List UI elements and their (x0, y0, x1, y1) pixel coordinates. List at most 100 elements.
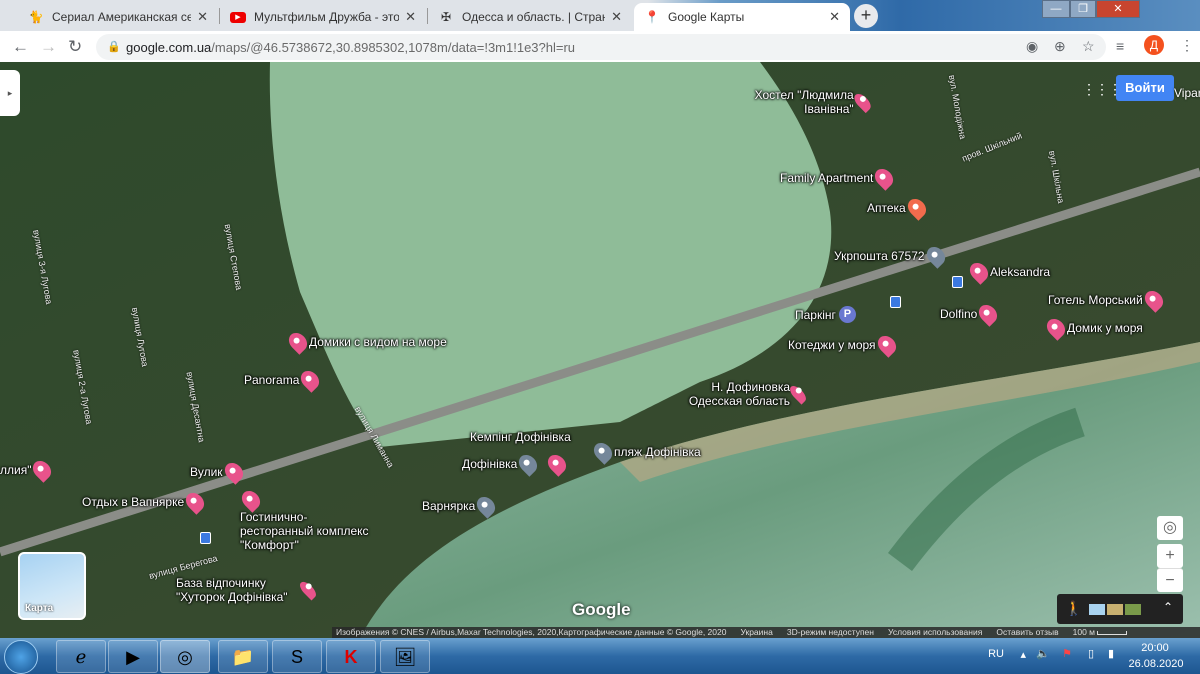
poi-hotel-morskyi[interactable]: Готель Морський (1048, 287, 1167, 313)
poi-dofinivka[interactable]: Дофінівка (462, 451, 571, 477)
expand-sidebar-button[interactable]: ▸ (0, 70, 20, 116)
tab-title: Google Карты (668, 10, 745, 24)
media-control-icon[interactable]: ≡ (1116, 38, 1124, 54)
attribution-text: Изображения © CNES / Airbus,Maxar Techno… (336, 627, 727, 637)
tab-american-dad[interactable]: 🐈 Сериал Американская семейка ✕ (18, 3, 218, 31)
poi-beach-dofinivka[interactable]: пляж Дофінівка (590, 439, 701, 465)
internet-explorer-icon[interactable]: ℯ (56, 640, 106, 673)
satellite-map[interactable]: ▸ ⋮⋮⋮ Войти Vipar вул. Молодіжна пров. Ш… (0, 62, 1200, 638)
close-tab-icon[interactable]: ✕ (197, 9, 208, 25)
maximize-button[interactable]: ❐ (1070, 0, 1096, 18)
clock-time[interactable]: 20:00 (1130, 642, 1180, 654)
poi-aleksandra[interactable]: Aleksandra (966, 259, 1051, 285)
poi-ukrposhta[interactable]: Укрпошта 67572 (834, 243, 949, 269)
poi-hostel-lyudmila[interactable]: Хостел "Людмила Іванівна" (746, 88, 874, 116)
scale-label: 100 м (1072, 627, 1096, 637)
country-link[interactable]: Украина (740, 627, 772, 638)
satellite-imagery (0, 62, 1200, 638)
new-tab-button[interactable]: + (854, 4, 878, 28)
photo-viewer-icon[interactable]: 🖼 (380, 640, 430, 673)
poi-domik-u-morya[interactable]: Домик у моря (1043, 315, 1143, 341)
address-bar-row: ← → ↻ 🔒 google.com.ua/maps/@46.5738672,3… (0, 31, 1200, 62)
pegman-icon[interactable]: 🚶 (1065, 600, 1082, 617)
close-tab-icon[interactable]: ✕ (829, 9, 840, 25)
zoom-in-button[interactable]: + (1157, 544, 1183, 568)
terrain-thumb-icon[interactable] (1107, 604, 1123, 615)
clock-date[interactable]: 26.08.2020 (1126, 658, 1186, 670)
volume-icon[interactable]: 🔈 (1036, 647, 1050, 660)
omnibox[interactable]: 🔒 google.com.ua/maps/@46.5738672,30.8985… (96, 34, 1106, 60)
menu-icon[interactable]: ⋮ (1180, 37, 1194, 54)
scale-bar[interactable]: 100 м (1073, 627, 1128, 638)
bookmark-star-icon[interactable]: ☆ (1082, 38, 1095, 55)
location-icon[interactable]: ◉ (1026, 38, 1038, 55)
poi-label: Хостел "Людмила Іванівна" (754, 88, 854, 116)
poi-kotedzhi[interactable]: Котеджи у моря (788, 332, 900, 358)
start-button[interactable] (4, 640, 38, 674)
map-layer-toggle[interactable]: Карта (18, 552, 86, 620)
show-hidden-icons[interactable]: ▴ (1020, 648, 1026, 661)
cat-icon: 🐈 (28, 10, 44, 24)
poi-family-apartment[interactable]: Family Apartment (780, 165, 898, 191)
action-center-icon[interactable]: ⚑ (1062, 647, 1072, 660)
poi-partial[interactable]: ллия" (0, 457, 56, 483)
tab-google-maps[interactable]: 📍 Google Карты ✕ (634, 3, 850, 31)
media-player-icon[interactable]: ▶ (108, 640, 158, 673)
bus-stop-icon[interactable] (952, 276, 963, 288)
reload-icon[interactable]: ↻ (68, 37, 82, 57)
poi-label: Panorama (244, 373, 300, 387)
tab-youtube[interactable]: ▶ Мультфильм Дружба - это чудо ✕ (220, 3, 426, 31)
poi-otdykh-vapnyarka[interactable]: Отдых в Вапнярке (82, 489, 208, 515)
poi-khutorok[interactable]: База відпочинку "Хуторок Дофінівка" (176, 576, 319, 604)
feedback-link[interactable]: Оставить отзыв (996, 627, 1058, 638)
hotel-pin-icon (544, 451, 571, 477)
chrome-icon[interactable]: ◎ (160, 640, 210, 673)
tab-title: Сериал Американская семейка (52, 10, 192, 24)
poi-komfort[interactable]: Гостинично-ресторанный комплекс "Комфорт… (238, 487, 380, 552)
file-explorer-icon[interactable]: 📁 (218, 640, 268, 673)
bus-stop-icon[interactable] (890, 296, 901, 308)
my-location-button[interactable]: ◎ (1157, 516, 1183, 540)
kaspersky-icon[interactable]: K (326, 640, 376, 673)
close-window-button[interactable]: ✕ (1096, 0, 1140, 18)
poi-label: Н. Дофиновка Одесская область (688, 380, 791, 408)
place-pin-icon (473, 493, 500, 519)
hotel-pin-icon (220, 459, 247, 485)
poi-pharmacy[interactable]: Аптека (867, 195, 930, 221)
close-tab-icon[interactable]: ✕ (405, 9, 416, 25)
poi-domiki[interactable]: Домики с видом на море (285, 329, 447, 355)
satellite-thumb-icon[interactable] (1125, 604, 1141, 615)
close-tab-icon[interactable]: ✕ (611, 9, 622, 25)
poi-n-dofinovka[interactable]: Н. Дофиновка Одесская область (676, 380, 809, 408)
zoom-out-button[interactable]: − (1157, 568, 1183, 592)
poi-parking[interactable]: Паркінг P (795, 306, 859, 323)
expand-chevron-icon[interactable]: ⌃ (1163, 600, 1173, 614)
power-icon[interactable]: ▯ (1088, 647, 1094, 660)
imagery-thumb-icon[interactable] (1089, 604, 1105, 615)
google-logo: Google (572, 600, 631, 619)
minimize-button[interactable]: — (1042, 0, 1070, 18)
poi-label: Dolfino (940, 307, 978, 321)
install-icon[interactable]: ⊕ (1054, 38, 1066, 55)
poi-dolfino[interactable]: Dolfino (940, 301, 1002, 327)
poi-varnyarka[interactable]: Варнярка (422, 493, 500, 519)
network-icon[interactable]: ▮ (1108, 647, 1114, 660)
language-indicator[interactable]: RU (988, 648, 1004, 660)
tab-odessa[interactable]: ✠ Одесса и область. | Страница 12 ✕ (428, 3, 632, 31)
skype-icon[interactable]: S (272, 640, 322, 673)
poi-vulyk[interactable]: Вулик (190, 459, 247, 485)
bus-stop-icon[interactable] (200, 532, 211, 544)
poi-label: Aleksandra (990, 265, 1051, 279)
forward-icon[interactable]: → (40, 37, 57, 57)
poi-panorama[interactable]: Panorama (244, 367, 324, 393)
poi-camping[interactable]: Кемпінг Дофінівка (470, 430, 571, 444)
sign-in-button[interactable]: Войти (1116, 75, 1174, 101)
hotel-pin-icon (975, 301, 1002, 327)
poi-label-partial: Vipar (1174, 86, 1200, 100)
back-icon[interactable]: ← (12, 37, 29, 57)
profile-avatar[interactable]: Д (1144, 35, 1164, 55)
3d-unavailable-text: 3D-режим недоступен (786, 627, 874, 637)
hotel-pin-icon (873, 332, 900, 358)
terms-link[interactable]: Условия использования (888, 627, 982, 638)
poi-label: Укрпошта 67572 (834, 249, 925, 263)
